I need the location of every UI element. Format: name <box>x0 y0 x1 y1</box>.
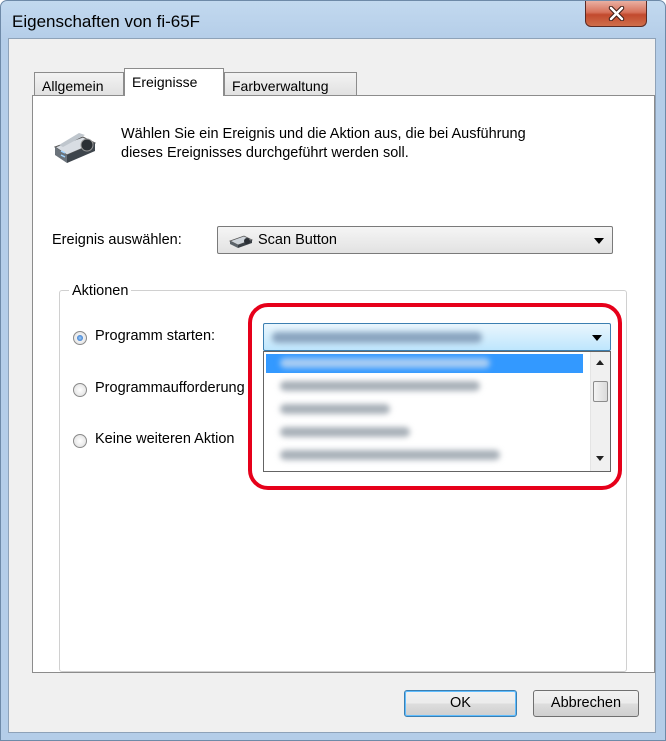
program-select-value-blurred <box>272 332 482 343</box>
ok-button[interactable]: OK <box>404 690 517 717</box>
properties-window: Eigenschaften von fi-65F Allgemein Ereig… <box>0 0 666 741</box>
tab-label: Ereignisse <box>132 74 198 90</box>
event-select[interactable]: Scan Button <box>217 226 613 254</box>
scroll-up-icon[interactable] <box>596 360 604 365</box>
close-icon <box>608 6 625 21</box>
actions-group-label: Aktionen <box>69 283 132 299</box>
radio-start-program-label: Programm starten: <box>95 328 216 344</box>
close-button[interactable] <box>585 1 647 27</box>
radio-no-action[interactable] <box>73 434 87 448</box>
scanner-icon <box>53 133 97 163</box>
tab-label: Farbverwaltung <box>232 78 329 94</box>
list-item[interactable] <box>266 446 583 465</box>
radio-start-program[interactable] <box>73 331 87 345</box>
list-item[interactable] <box>266 400 583 419</box>
tab-label: Allgemein <box>42 78 104 94</box>
event-select-label: Ereignis auswählen: <box>52 232 182 248</box>
scroll-down-icon[interactable] <box>596 456 604 461</box>
program-select[interactable] <box>263 323 611 351</box>
radio-no-action-label: Keine weiteren Aktion <box>95 431 235 447</box>
tab-allgemein[interactable]: Allgemein <box>34 72 124 96</box>
tab-ereignisse[interactable]: Ereignisse <box>124 68 224 96</box>
event-select-value: Scan Button <box>258 232 337 248</box>
program-dropdown-list[interactable] <box>263 351 611 472</box>
chevron-down-icon <box>594 238 604 244</box>
scroll-thumb[interactable] <box>593 381 608 402</box>
window-title: Eigenschaften von fi-65F <box>12 12 201 31</box>
radio-program-prompt-label: Programmaufforderung <box>95 380 245 396</box>
list-item[interactable] <box>266 354 583 373</box>
list-scrollbar[interactable] <box>590 352 610 471</box>
radio-program-prompt[interactable] <box>73 383 87 397</box>
list-item[interactable] <box>266 423 583 442</box>
description-line-1: Wählen Sie ein Ereignis und die Aktion a… <box>121 126 526 142</box>
description-line-2: dieses Ereignisses durchgeführt werden s… <box>121 145 409 161</box>
cancel-button[interactable]: Abbrechen <box>533 690 639 717</box>
list-item[interactable] <box>266 377 583 396</box>
tab-farbverwaltung[interactable]: Farbverwaltung <box>224 72 357 96</box>
title-bar[interactable]: Eigenschaften von fi-65F <box>1 1 665 37</box>
scan-button-icon <box>228 235 254 248</box>
chevron-down-icon <box>592 335 602 341</box>
